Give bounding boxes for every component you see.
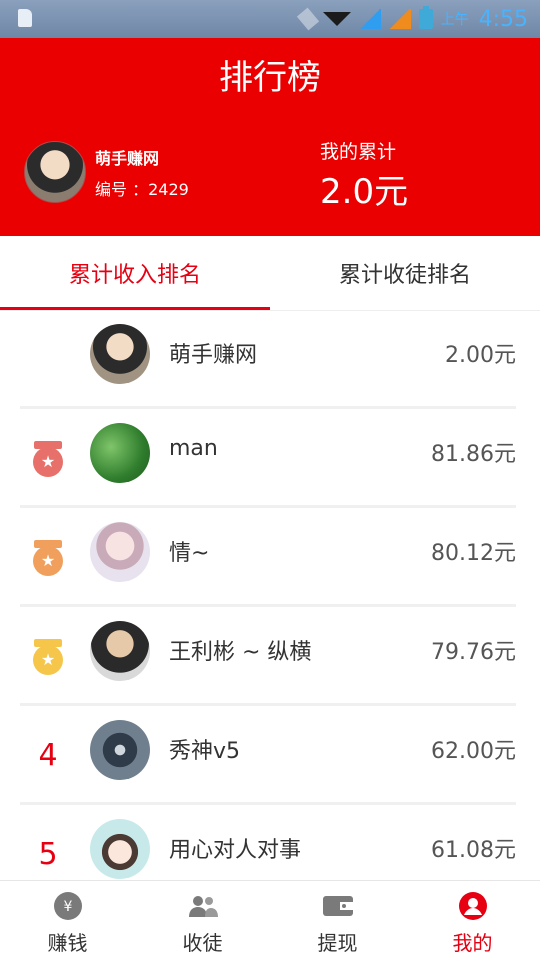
my-name: 萌手赚网 xyxy=(95,149,160,168)
my-total-label: 我的累计 xyxy=(320,141,397,163)
tab-income-ranking[interactable]: 累计收入排名 xyxy=(0,236,270,310)
nav-label: 我的 xyxy=(452,931,493,955)
my-id: 编号 ：2429 xyxy=(95,180,189,199)
battery-icon xyxy=(418,6,433,29)
avatar xyxy=(90,819,150,879)
avatar xyxy=(90,522,150,582)
status-time: 4:55 xyxy=(478,6,528,32)
user-amount: 79.76元 xyxy=(431,640,516,665)
nav-label: 提现 xyxy=(317,931,358,955)
tab-apprentice-ranking[interactable]: 累计收徒排名 xyxy=(270,236,540,310)
rank-badge: ★ xyxy=(24,508,72,607)
user-amount: 81.86元 xyxy=(431,442,516,467)
bottom-navigation: ¥ 赚钱 收徒 提现 我的 xyxy=(0,880,540,961)
avatar xyxy=(90,423,150,483)
status-ampm: 上午 xyxy=(440,12,469,28)
ranking-list: 萌手赚网 2.00元 ★ man 81.86元 ★ 情~ 80.12元 ★ 王利… xyxy=(0,310,540,904)
rank-badge: ★ xyxy=(24,607,72,706)
list-item[interactable]: ★ 王利彬 ~ 纵横 79.76元 xyxy=(0,607,540,706)
user-amount: 62.00元 xyxy=(431,739,516,764)
leaderboard-header: 排行榜 萌手赚网 编号 ：2429 我的累计 2.0元 xyxy=(0,38,540,236)
page-title: 排行榜 xyxy=(219,58,321,98)
status-icons: 上午 4:55 xyxy=(296,6,528,32)
nav-label: 赚钱 xyxy=(47,931,88,955)
user-name: 情~ xyxy=(169,541,210,566)
medal-icon: ★ xyxy=(32,440,64,477)
nav-label: 收徒 xyxy=(182,931,223,955)
user-name: 萌手赚网 xyxy=(169,343,258,368)
nav-apprentice[interactable]: 收徒 xyxy=(135,881,270,961)
signal-icon xyxy=(358,9,381,29)
user-icon xyxy=(457,891,489,921)
nav-mine[interactable]: 我的 xyxy=(405,881,540,961)
avatar xyxy=(90,621,150,681)
status-bar: 上午 4:55 xyxy=(0,0,540,38)
list-item[interactable]: 萌手赚网 2.00元 xyxy=(0,310,540,409)
my-avatar xyxy=(24,141,86,203)
list-item[interactable]: 4 秀神v5 62.00元 xyxy=(0,706,540,805)
avatar xyxy=(90,324,150,384)
user-name: man xyxy=(169,436,218,461)
rank-badge: ★ xyxy=(24,409,72,508)
user-amount: 2.00元 xyxy=(445,343,516,368)
ranking-tabs: 累计收入排名 累计收徒排名 xyxy=(0,236,540,311)
medal-icon: ★ xyxy=(32,539,64,576)
yen-icon: ¥ xyxy=(52,891,84,921)
svg-text:¥: ¥ xyxy=(64,899,73,915)
users-icon xyxy=(187,891,219,921)
user-amount: 80.12元 xyxy=(431,541,516,566)
rank-number: 4 xyxy=(38,738,58,773)
wallet-icon xyxy=(322,891,354,921)
user-name: 用心对人对事 xyxy=(169,838,302,863)
list-item[interactable]: ★ man 81.86元 xyxy=(0,409,540,508)
sd-card-icon xyxy=(18,9,34,29)
user-name: 王利彬 ~ 纵横 xyxy=(169,640,312,665)
wifi-icon xyxy=(322,12,351,26)
list-item[interactable]: ★ 情~ 80.12元 xyxy=(0,508,540,607)
nav-withdraw[interactable]: 提现 xyxy=(270,881,405,961)
user-amount: 61.08元 xyxy=(431,838,516,863)
medal-icon: ★ xyxy=(32,638,64,675)
user-name: 秀神v5 xyxy=(169,739,241,764)
rank-number xyxy=(24,310,72,409)
signal-g-icon xyxy=(388,9,411,29)
nav-earn[interactable]: ¥ 赚钱 xyxy=(0,881,135,961)
my-total-value: 2.0元 xyxy=(320,172,409,212)
avatar xyxy=(90,720,150,780)
no-sim-icon xyxy=(296,7,319,31)
